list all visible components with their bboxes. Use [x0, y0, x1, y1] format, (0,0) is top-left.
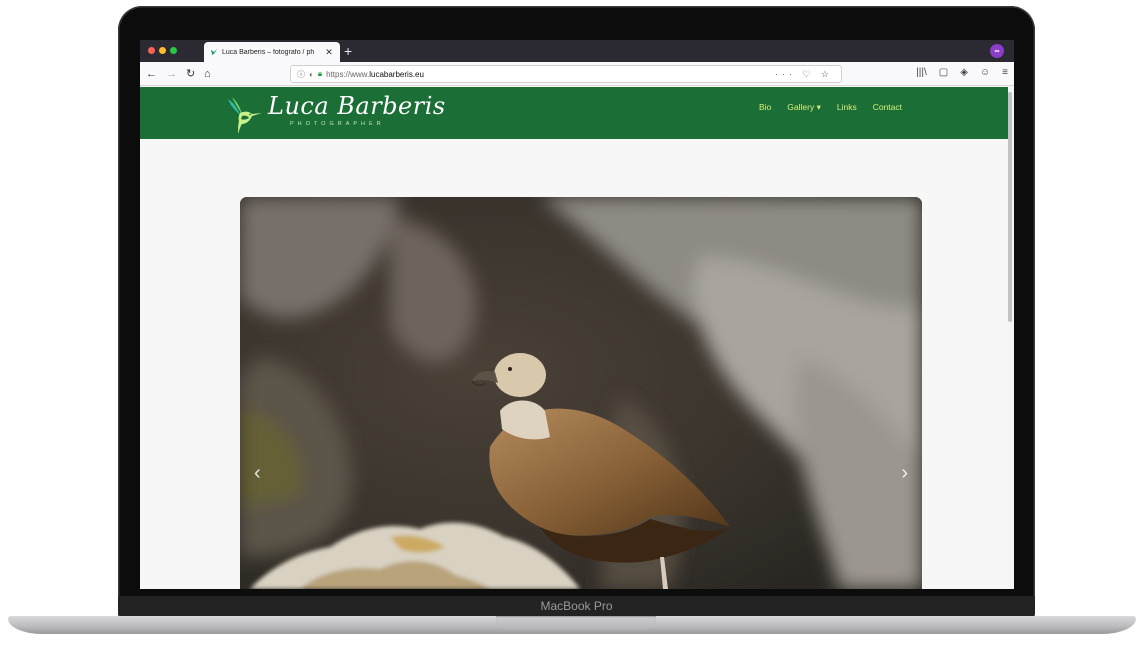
extension-icon[interactable]: ◈	[960, 67, 968, 78]
tab-title: Luca Barberis – fotografo / ph	[222, 48, 315, 56]
vulture-photo	[240, 197, 922, 589]
carousel-prev-icon[interactable]: ‹	[254, 463, 261, 483]
hummingbird-favicon-icon	[210, 48, 218, 56]
lock-icon[interactable]: 🔒︎	[318, 69, 322, 79]
library-icon[interactable]: |||\	[916, 67, 927, 78]
account-icon[interactable]: ☺	[980, 67, 990, 78]
nav-toolbar: ← → ↻ ⌂ ⓘ ◐ 🔒︎ https://www.lucabarberis.…	[140, 62, 1014, 86]
tab-close-icon[interactable]: ✕	[324, 47, 334, 58]
toolbar-icons: |||\ ▢ ◈ ☺ ≡	[916, 67, 1008, 78]
back-arrow-icon[interactable]: ←	[146, 67, 157, 81]
url-scheme: https://www.	[326, 69, 370, 79]
hummingbird-logo-icon[interactable]	[224, 93, 264, 135]
nav-link-contact[interactable]: Contact	[873, 102, 902, 113]
laptop-mockup: MacBook Pro Luca Barberis – fotografo / …	[0, 0, 1144, 649]
laptop-notch	[496, 616, 656, 630]
nav-link-gallery[interactable]: Gallery ▾	[787, 102, 821, 113]
info-icon[interactable]: ⓘ	[297, 69, 305, 80]
url-text[interactable]: https://www.lucabarberis.eu	[326, 70, 424, 79]
nav-link-links[interactable]: Links	[837, 102, 857, 113]
new-tab-icon[interactable]: +	[344, 43, 352, 59]
page-scrollbar[interactable]	[1008, 92, 1012, 322]
forward-arrow-icon[interactable]: →	[166, 67, 177, 81]
laptop-bezel: MacBook Pro	[118, 596, 1035, 618]
reload-icon[interactable]: ↻	[186, 67, 195, 81]
close-window-dot[interactable]	[148, 47, 155, 54]
url-domain: lucabarberis.eu	[369, 69, 424, 79]
active-tab[interactable]: Luca Barberis – fotografo / ph ✕	[204, 42, 340, 62]
brand-tagline: PHOTOGRAPHER	[290, 121, 385, 127]
maximize-window-dot[interactable]	[170, 47, 177, 54]
site-nav: Bio Gallery ▾ Links Contact	[759, 102, 902, 113]
nav-link-bio[interactable]: Bio	[759, 102, 771, 113]
page-body: ‹ ›	[140, 139, 1008, 589]
screen: Luca Barberis – fotografo / ph ✕ + ∞ ← →…	[140, 40, 1014, 589]
menu-icon[interactable]: ≡	[1002, 67, 1008, 78]
site-header: Luca Barberis PHOTOGRAPHER Bio Gallery ▾…	[140, 87, 1008, 139]
sidebar-icon[interactable]: ▢	[939, 67, 948, 78]
profile-avatar[interactable]: ∞	[990, 44, 1004, 58]
url-bar[interactable]: ⓘ ◐ 🔒︎ https://www.lucabarberis.eu ··· ♡…	[290, 65, 842, 83]
brand-name[interactable]: Luca Barberis	[268, 92, 446, 120]
model-label: MacBook Pro	[540, 599, 613, 613]
home-icon[interactable]: ⌂	[204, 67, 211, 81]
tab-bar: Luca Barberis – fotografo / ph ✕ + ∞	[140, 40, 1014, 62]
page-actions-icons[interactable]: ··· ♡ ☆	[775, 69, 833, 80]
minimize-window-dot[interactable]	[159, 47, 166, 54]
shield-icon[interactable]: ◐	[309, 70, 314, 79]
image-carousel[interactable]: ‹ ›	[240, 197, 922, 589]
carousel-next-icon[interactable]: ›	[901, 463, 908, 483]
